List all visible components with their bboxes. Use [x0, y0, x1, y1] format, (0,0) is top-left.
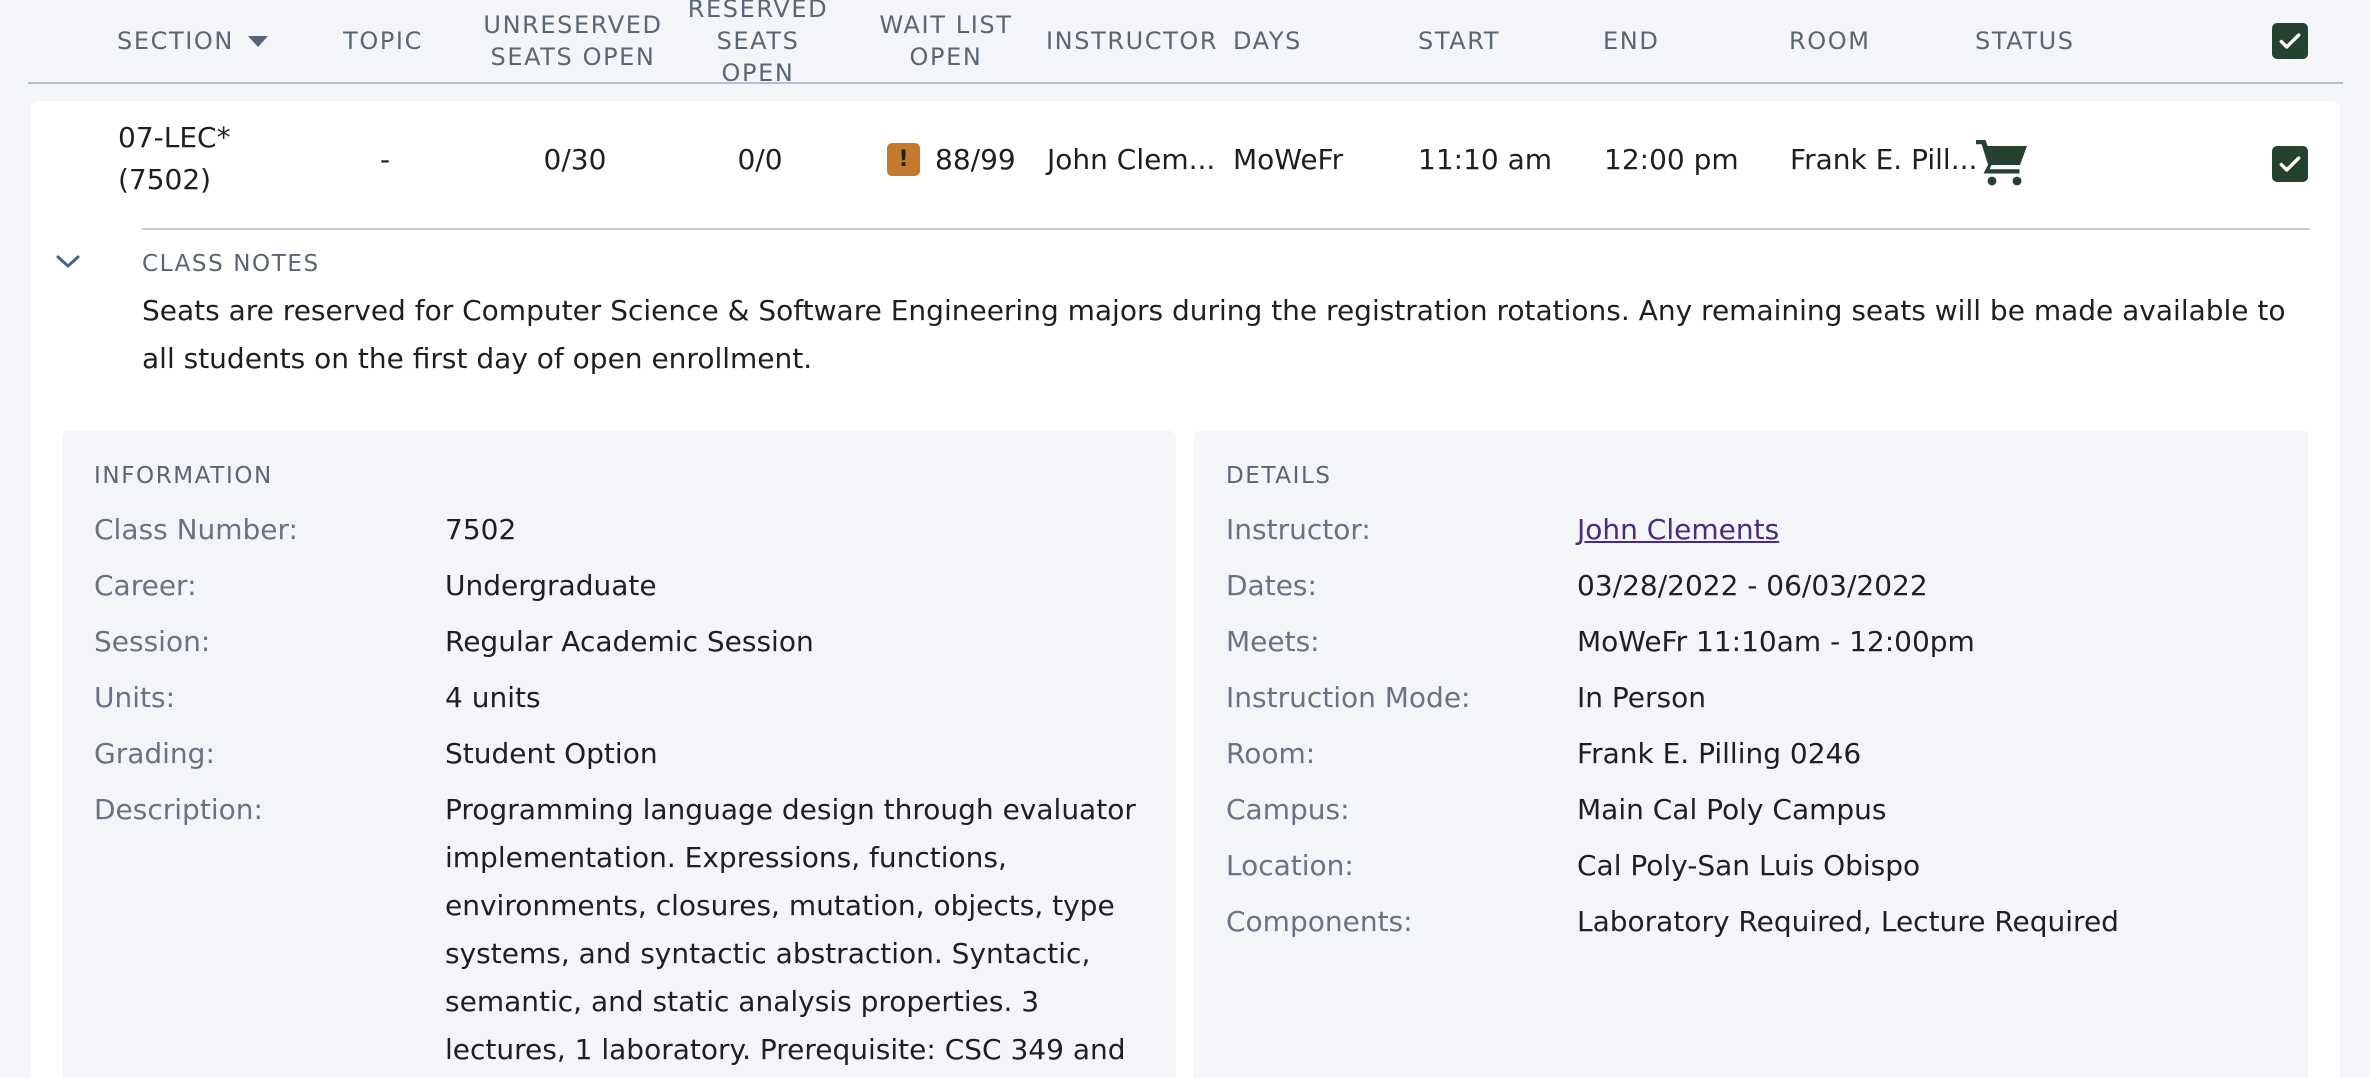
- info-value: Student Option: [445, 737, 658, 770]
- check-icon: [2279, 33, 2301, 49]
- exclamation-icon: !: [887, 142, 920, 176]
- info-label: Description:: [94, 793, 263, 826]
- details-row-meets: Meets: MoWeFr 11:10am - 12:00pm: [1226, 618, 1975, 666]
- information-title: INFORMATION: [94, 463, 273, 489]
- details-value: MoWeFr 11:10am - 12:00pm: [1577, 625, 1975, 658]
- chevron-down-icon[interactable]: [53, 246, 83, 276]
- details-label: Components:: [1226, 905, 1413, 938]
- details-value: 03/28/2022 - 06/03/2022: [1577, 569, 1928, 602]
- details-value: Main Cal Poly Campus: [1577, 793, 1887, 826]
- header-days: DAYS: [1233, 27, 1302, 55]
- info-value: Programming language design through eval…: [445, 793, 1136, 1066]
- header-unreserved: UNRESERVED SEATS OPEN: [483, 0, 663, 82]
- header-unreserved-line1: UNRESERVED: [483, 11, 663, 39]
- class-notes-text: Seats are reserved for Computer Science …: [142, 294, 2286, 375]
- details-value: In Person: [1577, 681, 1706, 714]
- header-reserved-line2: SEATS OPEN: [716, 27, 800, 87]
- details-title: DETAILS: [1226, 463, 1332, 489]
- caret-down-icon[interactable]: [247, 35, 268, 47]
- details-row-components: Components: Laboratory Required, Lecture…: [1226, 898, 2119, 946]
- header-reserved: RESERVED SEATS OPEN: [678, 0, 838, 87]
- header-instructor: INSTRUCTOR: [1046, 27, 1219, 55]
- info-value: 4 units: [445, 681, 541, 714]
- details-value: Frank E. Pilling 0246: [1577, 737, 1862, 770]
- status-cart-button[interactable]: [1974, 137, 2032, 187]
- header-status: STATUS: [1975, 27, 2075, 55]
- details-label: Room:: [1226, 737, 1316, 770]
- info-label: Session:: [94, 625, 211, 658]
- details-value: Cal Poly-San Luis Obispo: [1577, 849, 1921, 882]
- details-row-location: Location: Cal Poly-San Luis Obispo: [1226, 842, 1920, 890]
- header-room: ROOM: [1789, 27, 1871, 55]
- shopping-cart-icon: [1976, 140, 2027, 186]
- info-value: Undergraduate: [445, 569, 657, 602]
- header-end: END: [1603, 27, 1660, 55]
- class-notes-title: CLASS NOTES: [142, 251, 320, 277]
- details-label: Instruction Mode:: [1226, 681, 1471, 714]
- details-label: Meets:: [1226, 625, 1320, 658]
- days-cell: MoWeFr: [1233, 142, 1344, 176]
- header-topic: TOPIC: [343, 27, 423, 55]
- details-panel: DETAILS Instructor: John Clements Dates:…: [1194, 431, 2308, 1078]
- details-label: Dates:: [1226, 569, 1317, 602]
- select-all-checkbox[interactable]: [2272, 23, 2308, 59]
- waitlist-cell: ! 88/99: [887, 119, 1016, 199]
- header-waitlist-line1: WAIT LIST: [879, 11, 1013, 39]
- info-row-session: Session: Regular Academic Session: [94, 618, 814, 666]
- topic-cell: -: [379, 142, 391, 176]
- details-row-room: Room: Frank E. Pilling 0246: [1226, 730, 1861, 778]
- check-icon: [2279, 156, 2301, 172]
- class-section-card: 07-LEC* (7502) - 0/30 0/0 ! 88/99 John C…: [30, 101, 2340, 1078]
- section-number: (7502): [118, 163, 212, 196]
- instructor-cell: John Clem...: [1047, 142, 1216, 176]
- results-header: SECTION TOPIC UNRESERVED SEATS OPEN RESE…: [28, 0, 2343, 87]
- info-label: Grading:: [94, 737, 215, 770]
- details-label: Campus:: [1226, 793, 1350, 826]
- header-start: START: [1418, 27, 1501, 55]
- reserved-seats-cell: 0/0: [737, 142, 783, 176]
- details-row-dates: Dates: 03/28/2022 - 06/03/2022: [1226, 562, 1928, 610]
- information-panel: INFORMATION Class Number: 7502 Career: U…: [62, 431, 1176, 1078]
- info-value: 7502: [445, 513, 517, 546]
- header-section-label: SECTION: [117, 27, 234, 55]
- select-class-checkbox[interactable]: [2272, 146, 2308, 182]
- header-waitlist: WAIT LIST OPEN: [871, 0, 1021, 82]
- info-label: Career:: [94, 569, 197, 602]
- start-cell: 11:10 am: [1418, 142, 1553, 176]
- info-row-grading: Grading: Student Option: [94, 730, 658, 778]
- row-divider: [142, 228, 2310, 230]
- info-label: Units:: [94, 681, 176, 714]
- room-cell: Frank E. Pill...: [1790, 142, 1978, 176]
- header-unreserved-line2: SEATS OPEN: [490, 43, 656, 71]
- details-label: Instructor:: [1226, 513, 1371, 546]
- section-cell: 07-LEC* (7502): [118, 119, 231, 199]
- section-code: 07-LEC*: [118, 121, 231, 154]
- info-row-description: Description: Programming language design…: [94, 786, 1145, 1078]
- instructor-link[interactable]: John Clements: [1577, 506, 1779, 554]
- details-value: Laboratory Required, Lecture Required: [1577, 905, 2119, 938]
- info-value: Regular Academic Session: [445, 625, 814, 658]
- info-row-units: Units: 4 units: [94, 674, 541, 722]
- header-waitlist-line2: OPEN: [909, 43, 983, 71]
- info-row-class-number: Class Number: 7502: [94, 506, 516, 554]
- header-section[interactable]: SECTION: [117, 0, 268, 82]
- header-reserved-line1: RESERVED: [687, 0, 829, 23]
- details-label: Location:: [1226, 849, 1354, 882]
- details-row-campus: Campus: Main Cal Poly Campus: [1226, 786, 1887, 834]
- info-label: Class Number:: [94, 513, 298, 546]
- unreserved-seats-cell: 0/30: [543, 142, 607, 176]
- end-cell: 12:00 pm: [1604, 142, 1739, 176]
- waitlist-value: 88/99: [935, 142, 1016, 176]
- details-row-instruction-mode: Instruction Mode: In Person: [1226, 674, 1706, 722]
- details-row-instructor: Instructor: John Clements: [1226, 506, 1779, 554]
- info-row-career: Career: Undergraduate: [94, 562, 657, 610]
